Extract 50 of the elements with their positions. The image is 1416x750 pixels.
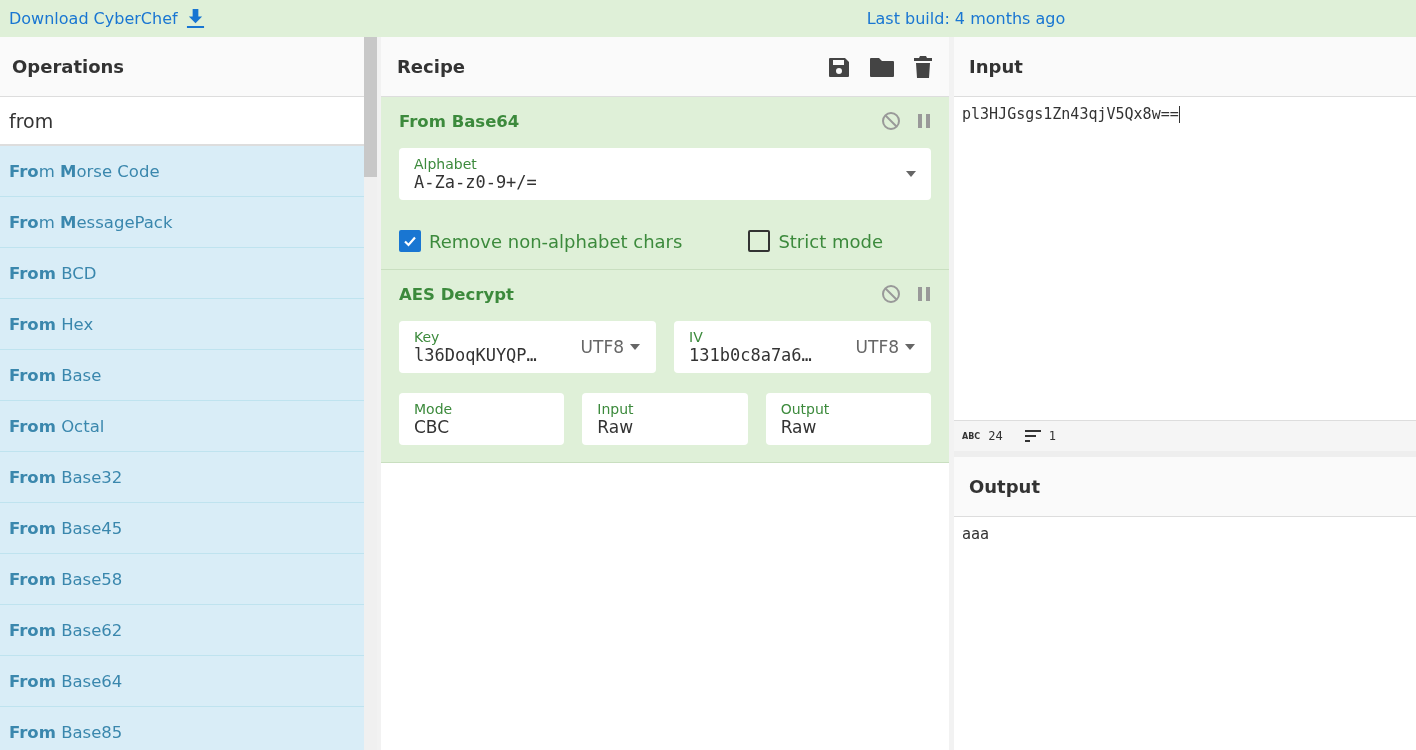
panel-title: Operations	[12, 56, 125, 77]
download-link[interactable]: Download CyberChef	[9, 9, 178, 28]
option-dropdown[interactable]: Input Raw	[582, 393, 748, 445]
panel-title: Output	[969, 476, 1041, 497]
disable-icon[interactable]	[881, 284, 901, 304]
input-text-area[interactable]: pl3HJGsgs1Zn43qjV5Qx8w==	[954, 97, 1416, 420]
panel-title: Input	[969, 56, 1023, 77]
operation-item[interactable]: From BCD	[0, 248, 364, 299]
checkbox-option[interactable]: Remove non-alphabet chars	[399, 230, 731, 252]
encoding-dropdown[interactable]: UTF8	[564, 337, 656, 357]
operation-title: From Base64	[399, 111, 521, 131]
toggle-string-field[interactable]: IV 131b0c8a7a6… UTF8	[674, 321, 931, 373]
operation-item[interactable]: From Base62	[0, 605, 364, 656]
alphabet-dropdown[interactable]: Alphabet A-Za-z0-9+/=	[399, 148, 931, 200]
operation-item[interactable]: From Hex	[0, 299, 364, 350]
checkbox[interactable]	[399, 230, 421, 252]
operation-item[interactable]: From Base85	[0, 707, 364, 750]
operation-item[interactable]: From MessagePack	[0, 197, 364, 248]
operation-item[interactable]: From Base58	[0, 554, 364, 605]
pause-icon[interactable]	[917, 113, 931, 129]
output-text-area: aaa	[954, 517, 1416, 750]
caret-icon	[630, 344, 640, 350]
operation-item[interactable]: From Base	[0, 350, 364, 401]
operation-item[interactable]: From Morse Code	[0, 146, 364, 197]
line-count: 1	[1048, 429, 1056, 443]
caret-icon	[905, 344, 915, 350]
scrollbar[interactable]	[364, 37, 377, 750]
panel-title: Recipe	[397, 56, 465, 77]
folder-icon[interactable]	[869, 55, 895, 78]
operation-item[interactable]: From Base45	[0, 503, 364, 554]
scrollbar-thumb[interactable]	[364, 37, 377, 177]
caret-icon	[906, 171, 916, 177]
pause-icon[interactable]	[917, 286, 931, 302]
disable-icon[interactable]	[881, 111, 901, 131]
lines-icon	[1024, 430, 1041, 442]
operation-title: AES Decrypt	[399, 284, 515, 304]
build-info: Last build: 4 months ago	[866, 9, 1066, 28]
operation-item[interactable]: From Octal	[0, 401, 364, 452]
encoding-dropdown[interactable]: UTF8	[839, 337, 931, 357]
option-dropdown[interactable]: Mode CBC	[399, 393, 565, 445]
checkbox[interactable]	[748, 230, 771, 252]
toggle-string-field[interactable]: Key l36DoqKUYQP… UTF8	[399, 321, 656, 373]
trash-icon[interactable]	[913, 54, 933, 79]
length-icon: ABC	[962, 431, 981, 441]
length-count: 24	[988, 429, 1003, 443]
operation-item[interactable]: From Base32	[0, 452, 364, 503]
download-icon[interactable]	[185, 8, 205, 29]
checkbox-option[interactable]: Strict mode	[748, 230, 883, 252]
operation-item[interactable]: From Base64	[0, 656, 364, 707]
option-dropdown[interactable]: Output Raw	[765, 393, 931, 445]
